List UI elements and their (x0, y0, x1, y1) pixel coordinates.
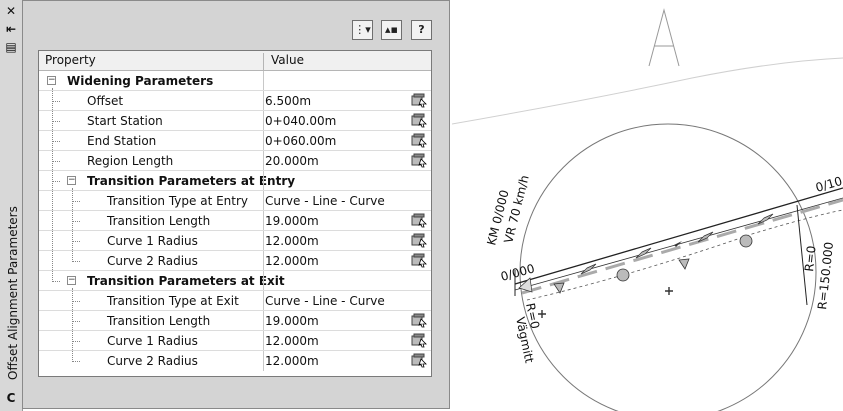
categorize-button[interactable]: ⋮▾ (352, 20, 373, 40)
collapse-icon[interactable]: − (67, 176, 76, 185)
pick-in-drawing-icon[interactable] (411, 253, 427, 268)
row-transition-type-exit[interactable]: Transition Type at Exit Curve - Line - C… (39, 291, 431, 311)
widening-dashed-line (521, 198, 843, 295)
region-length-value[interactable]: 20.000m (265, 154, 319, 168)
pick-in-drawing-icon[interactable] (411, 133, 427, 148)
grid-header: Property Value (39, 51, 431, 72)
palette-title-strip: ✕ ⇤ ▤ Offset Alignment Parameters C (0, 0, 23, 411)
pick-in-drawing-icon[interactable] (411, 113, 427, 128)
row-label: Offset (87, 94, 124, 108)
widening-region-circle (519, 123, 817, 411)
end-station-value[interactable]: 0+060.00m (265, 134, 336, 148)
palette-title-text: Offset Alignment Parameters (6, 206, 20, 380)
grip-icon[interactable] (739, 234, 753, 248)
row-start-station[interactable]: Start Station 0+040.00m (39, 111, 431, 131)
row-region-length[interactable]: Region Length 20.000m (39, 151, 431, 171)
row-transition-parameters-entry[interactable]: − Transition Parameters at Entry (39, 171, 431, 191)
help-button[interactable]: ? (411, 20, 432, 40)
auto-hide-icon[interactable]: ⇤ (3, 22, 19, 36)
pick-in-drawing-icon[interactable] (411, 153, 427, 168)
row-curve1-radius-entry[interactable]: Curve 1 Radius 12.000m (39, 231, 431, 251)
row-label: Curve 1 Radius (107, 334, 198, 348)
pick-in-drawing-icon[interactable] (411, 353, 427, 368)
curve1-radius-entry-value[interactable]: 12.000m (265, 234, 319, 248)
row-end-station[interactable]: End Station 0+060.00m (39, 131, 431, 151)
pick-in-drawing-icon[interactable] (411, 213, 427, 228)
alignment-line (514, 187, 843, 285)
direction-arrow-icon (674, 241, 682, 247)
curve2-radius-exit-value[interactable]: 12.000m (265, 354, 319, 368)
row-label: Curve 1 Radius (107, 234, 198, 248)
sort-button[interactable]: ▴▪ (381, 20, 402, 40)
properties-icon[interactable]: ▤ (3, 40, 19, 54)
offset-alignment-curve (526, 209, 843, 301)
grip-icon[interactable] (616, 268, 630, 282)
close-icon[interactable]: ✕ (3, 4, 19, 18)
curve2-radius-entry-value[interactable]: 12.000m (265, 254, 319, 268)
row-label: Widening Parameters (67, 74, 214, 88)
row-label: Transition Length (107, 314, 211, 328)
row-label: Start Station (87, 114, 163, 128)
row-curve2-radius-exit[interactable]: Curve 2 Radius 12.000m (39, 351, 431, 371)
row-transition-type-entry[interactable]: Transition Type at Entry Curve - Line - … (39, 191, 431, 211)
collapse-icon[interactable]: − (67, 276, 76, 285)
row-label: Transition Length (107, 214, 211, 228)
start-station-value[interactable]: 0+040.00m (265, 114, 336, 128)
pick-in-drawing-icon[interactable] (411, 313, 427, 328)
column-header-property: Property (45, 53, 96, 67)
terrain-line (452, 57, 843, 125)
transition-length-entry-value[interactable]: 19.000m (265, 214, 319, 228)
row-label: Transition Type at Exit (107, 294, 239, 308)
offset-alignment-parameters-panel: ⋮▾ ▴▪ ? Property Value − Widening Parame… (22, 0, 450, 409)
row-transition-length-entry[interactable]: Transition Length 19.000m (39, 211, 431, 231)
column-header-value: Value (271, 53, 304, 67)
radius-label: R=150.000 (815, 241, 836, 310)
row-widening-parameters[interactable]: − Widening Parameters (39, 71, 431, 91)
row-curve1-radius-exit[interactable]: Curve 1 Radius 12.000m (39, 331, 431, 351)
grip-icon[interactable] (757, 213, 774, 225)
pick-in-drawing-icon[interactable] (411, 233, 427, 248)
collapse-icon[interactable]: − (47, 76, 56, 85)
transition-type-entry-value[interactable]: Curve - Line - Curve (265, 194, 385, 208)
plus-marker-icon (665, 287, 673, 295)
row-label: End Station (87, 134, 157, 148)
row-transition-length-exit[interactable]: Transition Length 19.000m (39, 311, 431, 331)
palette-title: Offset Alignment Parameters (2, 206, 20, 380)
row-label: Curve 2 Radius (107, 354, 198, 368)
row-label: Transition Type at Entry (107, 194, 249, 208)
transition-length-exit-value[interactable]: 19.000m (265, 314, 319, 328)
north-arrow-icon (648, 8, 680, 67)
row-label: Curve 2 Radius (107, 254, 198, 268)
curve1-radius-exit-value[interactable]: 12.000m (265, 334, 319, 348)
grip-icon[interactable] (678, 258, 690, 270)
radius-zero-label: R=0 (802, 245, 819, 272)
palette-menu-icon[interactable]: C (3, 391, 19, 405)
drawing-canvas[interactable]: VR 70 km/h KM 0/000 0/000 0/10 R=150.000… (452, 0, 843, 411)
property-grid: Property Value − Widening Parameters Off… (38, 50, 432, 377)
row-offset[interactable]: Offset 6.500m (39, 91, 431, 111)
station-label-end: 0/10 (814, 174, 843, 195)
pick-in-drawing-icon[interactable] (411, 93, 427, 108)
row-curve2-radius-entry[interactable]: Curve 2 Radius 12.000m (39, 251, 431, 271)
row-label: Transition Parameters at Exit (87, 274, 285, 288)
row-transition-parameters-exit[interactable]: − Transition Parameters at Exit (39, 271, 431, 291)
offset-value[interactable]: 6.500m (265, 94, 311, 108)
column-divider[interactable] (263, 53, 264, 72)
pick-in-drawing-icon[interactable] (411, 333, 427, 348)
transition-type-exit-value[interactable]: Curve - Line - Curve (265, 294, 385, 308)
row-label: Region Length (87, 154, 174, 168)
